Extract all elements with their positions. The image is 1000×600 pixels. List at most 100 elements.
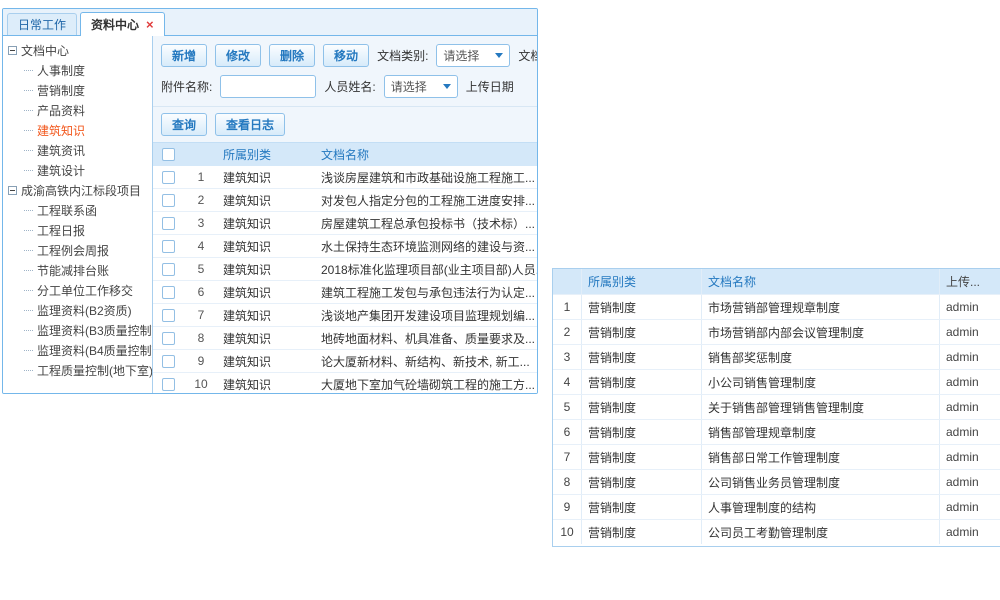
tree-item[interactable]: 节能减排台账 <box>3 260 152 280</box>
table-row[interactable]: 1 营销制度 市场营销部管理规章制度 admin <box>553 294 1000 319</box>
tree-item[interactable]: 监理资料(B2资质) <box>3 300 152 320</box>
table-row[interactable]: 5 建筑知识 2018标准化监理项目部(业主项目部)人员... <box>153 258 537 281</box>
row-checkbox[interactable] <box>162 240 175 253</box>
tab-daily-work[interactable]: 日常工作 <box>7 13 77 35</box>
row-number: 5 <box>183 262 219 276</box>
table-row[interactable]: 9 营销制度 人事管理制度的结构 admin <box>553 494 1000 519</box>
move-button[interactable]: 移动 <box>323 44 369 67</box>
row-number: 10 <box>553 520 581 544</box>
row-checkbox[interactable] <box>162 332 175 345</box>
select-all-checkbox[interactable] <box>162 148 175 161</box>
row-number: 9 <box>553 495 581 519</box>
person-name-select[interactable]: 请选择 <box>384 75 458 98</box>
row-number: 2 <box>183 193 219 207</box>
row-checkbox[interactable] <box>162 171 175 184</box>
header-uploader[interactable]: 上传... <box>939 269 1000 294</box>
expand-icon[interactable] <box>24 130 33 131</box>
table-row[interactable]: 1 建筑知识 浅谈房屋建筑和市政基础设施工程施工... <box>153 166 537 189</box>
tree-item[interactable]: 工程质量控制(地下室) <box>3 360 152 380</box>
row-checkbox[interactable] <box>162 217 175 230</box>
table-row[interactable]: 2 建筑知识 对发包人指定分包的工程施工进度安排... <box>153 189 537 212</box>
tab-label: 资料中心 <box>91 16 139 33</box>
table-row[interactable]: 6 建筑知识 建筑工程施工发包与承包违法行为认定... <box>153 281 537 304</box>
table-row[interactable]: 3 营销制度 销售部奖惩制度 admin <box>553 344 1000 369</box>
expand-icon[interactable] <box>24 310 33 311</box>
delete-button[interactable]: 删除 <box>269 44 315 67</box>
expand-icon[interactable] <box>24 150 33 151</box>
row-uploader: admin <box>939 495 1000 519</box>
row-uploader: admin <box>939 445 1000 469</box>
tree-item[interactable]: 营销制度 <box>3 80 152 100</box>
expand-icon[interactable] <box>24 330 33 331</box>
expand-icon[interactable] <box>24 250 33 251</box>
table-row[interactable]: 10 建筑知识 大厦地下室加气砼墙砌筑工程的施工方... <box>153 373 537 393</box>
row-number: 5 <box>553 395 581 419</box>
expand-icon[interactable] <box>24 290 33 291</box>
table-row[interactable]: 8 建筑知识 地砖地面材料、机具准备、质量要求及... <box>153 327 537 350</box>
tree-item[interactable]: 工程联系函 <box>3 200 152 220</box>
row-checkbox[interactable] <box>162 378 175 391</box>
expand-icon[interactable] <box>8 186 17 195</box>
attachment-name-input[interactable] <box>220 75 316 98</box>
tree-item[interactable]: 文档中心 <box>3 40 152 60</box>
expand-icon[interactable] <box>24 230 33 231</box>
row-checkbox[interactable] <box>162 194 175 207</box>
table-row[interactable]: 2 营销制度 市场营销部内部会议管理制度 admin <box>553 319 1000 344</box>
tree-item[interactable]: 人事制度 <box>3 60 152 80</box>
header-category[interactable]: 所属别类 <box>581 269 701 294</box>
doc-label-clipped: 文档 <box>518 47 537 64</box>
tab-data-center[interactable]: 资料中心 × <box>80 12 165 36</box>
expand-icon[interactable] <box>24 210 33 211</box>
row-doc-name: 销售部管理规章制度 <box>701 420 939 444</box>
row-checkbox-cell <box>153 240 183 253</box>
table-row[interactable]: 9 建筑知识 论大厦新材料、新结构、新技术, 新工... <box>153 350 537 373</box>
table-row[interactable]: 4 营销制度 小公司销售管理制度 admin <box>553 369 1000 394</box>
tree-item[interactable]: 建筑知识 <box>3 120 152 140</box>
tree-item[interactable]: 监理资料(B3质量控制) <box>3 320 152 340</box>
expand-icon[interactable] <box>24 70 33 71</box>
tree-item[interactable]: 分工单位工作移交 <box>3 280 152 300</box>
tree-item[interactable]: 成渝高铁内江标段项目 <box>3 180 152 200</box>
doc-category-select[interactable]: 请选择 <box>436 44 510 67</box>
header-doc-name[interactable]: 文档名称 <box>317 146 537 163</box>
row-doc-name: 公司销售业务员管理制度 <box>701 470 939 494</box>
expand-icon[interactable] <box>24 90 33 91</box>
expand-icon[interactable] <box>24 170 33 171</box>
row-category: 建筑知识 <box>219 215 317 232</box>
header-category[interactable]: 所属别类 <box>219 146 317 163</box>
tree-item-label: 文档中心 <box>21 42 69 59</box>
expand-icon[interactable] <box>24 370 33 371</box>
row-checkbox-cell <box>153 332 183 345</box>
row-checkbox[interactable] <box>162 309 175 322</box>
table-row[interactable]: 7 营销制度 销售部日常工作管理制度 admin <box>553 444 1000 469</box>
row-checkbox[interactable] <box>162 263 175 276</box>
expand-icon[interactable] <box>8 46 17 55</box>
tree-item[interactable]: 监理资料(B4质量控制) <box>3 340 152 360</box>
header-doc-name[interactable]: 文档名称 <box>701 269 939 294</box>
tree-item[interactable]: 产品资料 <box>3 100 152 120</box>
expand-icon[interactable] <box>24 110 33 111</box>
expand-icon[interactable] <box>24 270 33 271</box>
table-row[interactable]: 8 营销制度 公司销售业务员管理制度 admin <box>553 469 1000 494</box>
row-number: 10 <box>183 377 219 391</box>
add-button[interactable]: 新增 <box>161 44 207 67</box>
edit-button[interactable]: 修改 <box>215 44 261 67</box>
tree-item[interactable]: 建筑设计 <box>3 160 152 180</box>
tree-item[interactable]: 建筑资讯 <box>3 140 152 160</box>
close-icon[interactable]: × <box>146 18 154 31</box>
expand-icon[interactable] <box>24 350 33 351</box>
table-row[interactable]: 6 营销制度 销售部管理规章制度 admin <box>553 419 1000 444</box>
table-row[interactable]: 3 建筑知识 房屋建筑工程总承包投标书（技术标）... <box>153 212 537 235</box>
tree-item[interactable]: 工程例会周报 <box>3 240 152 260</box>
table-row[interactable]: 7 建筑知识 浅谈地产集团开发建设项目监理规划编... <box>153 304 537 327</box>
tree-item-label: 建筑设计 <box>37 162 85 179</box>
table-row[interactable]: 10 营销制度 公司员工考勤管理制度 admin <box>553 519 1000 544</box>
row-checkbox[interactable] <box>162 286 175 299</box>
tree-item[interactable]: 工程日报 <box>3 220 152 240</box>
row-checkbox[interactable] <box>162 355 175 368</box>
row-category: 建筑知识 <box>219 261 317 278</box>
view-log-button[interactable]: 查看日志 <box>215 113 285 136</box>
query-button[interactable]: 查询 <box>161 113 207 136</box>
table-row[interactable]: 5 营销制度 关于销售部管理销售管理制度 admin <box>553 394 1000 419</box>
table-row[interactable]: 4 建筑知识 水土保持生态环境监测网络的建设与资... <box>153 235 537 258</box>
